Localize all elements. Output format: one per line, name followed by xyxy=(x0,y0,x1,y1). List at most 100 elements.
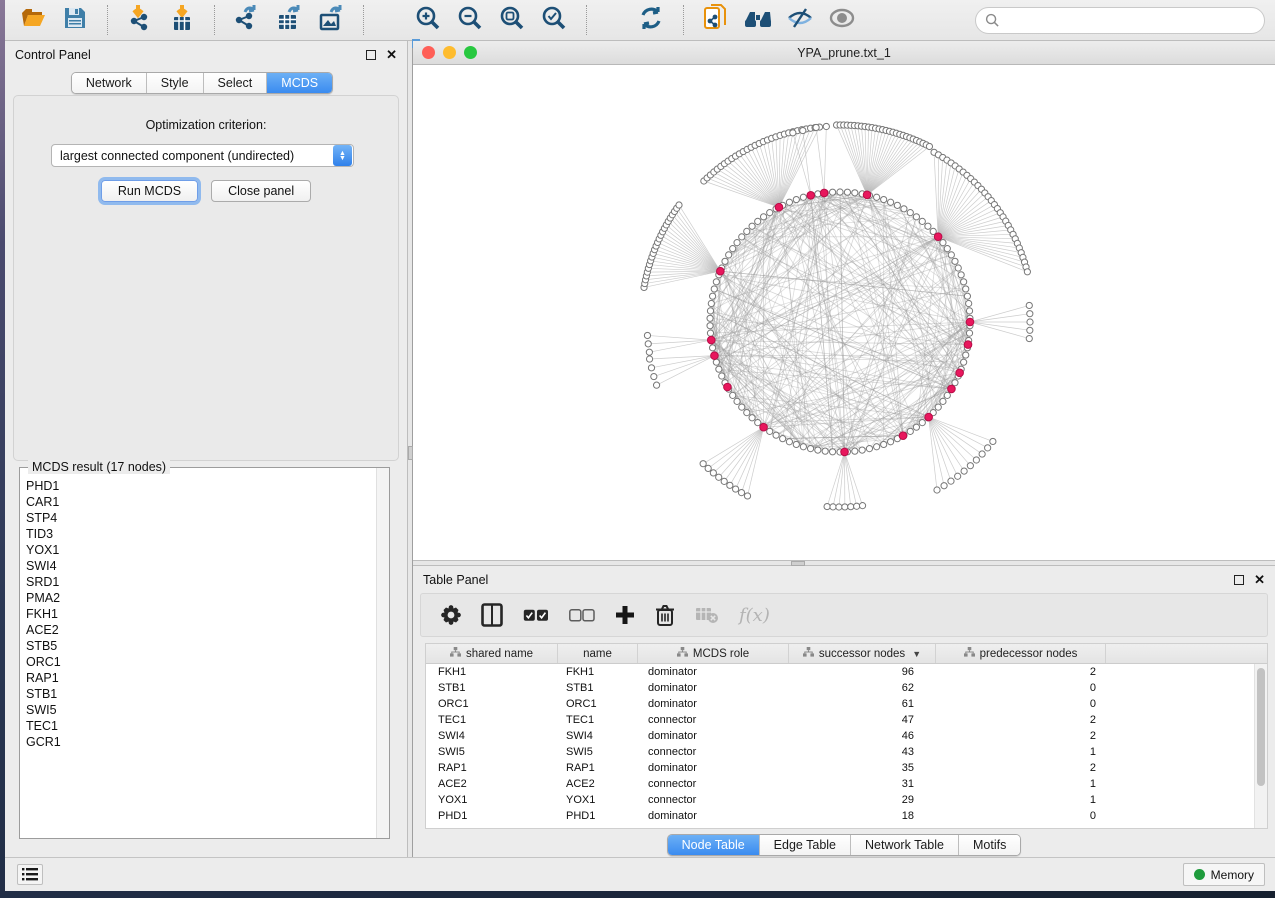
graph-mcds-node[interactable] xyxy=(760,423,768,431)
graph-mcds-node[interactable] xyxy=(948,385,956,393)
table-row[interactable]: ACE2ACE2connector311 xyxy=(426,776,1254,792)
table-cell[interactable]: 29 xyxy=(789,794,936,806)
table-cell[interactable]: 62 xyxy=(789,682,936,694)
graph-leaf-node[interactable] xyxy=(644,332,650,338)
graph-node[interactable] xyxy=(958,272,964,278)
table-row[interactable]: STB1STB1dominator620 xyxy=(426,680,1254,696)
select-all-checkboxes-button[interactable] xyxy=(523,609,549,622)
delete-table-button[interactable] xyxy=(695,606,719,624)
clone-network-button[interactable] xyxy=(698,3,734,37)
table-scrollbar-thumb[interactable] xyxy=(1257,668,1265,786)
graph-node[interactable] xyxy=(755,420,761,426)
result-list-item[interactable]: RAP1 xyxy=(26,670,376,686)
result-list-item[interactable]: GCR1 xyxy=(26,734,376,750)
tab-network[interactable]: Network xyxy=(72,73,147,93)
graph-node[interactable] xyxy=(722,258,728,264)
graph-mcds-node[interactable] xyxy=(724,383,732,391)
graph-leaf-node[interactable] xyxy=(948,478,954,484)
graph-node[interactable] xyxy=(829,449,835,455)
table-cell[interactable]: 2 xyxy=(936,762,1106,774)
graph-node[interactable] xyxy=(708,300,714,306)
graph-node[interactable] xyxy=(755,218,761,224)
table-cell[interactable]: ACE2 xyxy=(426,778,558,790)
refresh-button[interactable] xyxy=(633,3,669,37)
graph-node[interactable] xyxy=(739,234,745,240)
table-cell[interactable]: PHD1 xyxy=(558,810,638,822)
table-cell[interactable]: dominator xyxy=(638,810,789,822)
graph-node[interactable] xyxy=(807,446,813,452)
graph-mcds-node[interactable] xyxy=(899,432,907,440)
graph-node[interactable] xyxy=(800,194,806,200)
graph-mcds-node[interactable] xyxy=(863,191,871,199)
graph-mcds-node[interactable] xyxy=(956,369,964,377)
table-cell[interactable]: 18 xyxy=(789,810,936,822)
graph-node[interactable] xyxy=(767,210,773,216)
result-list-item[interactable]: SRD1 xyxy=(26,574,376,590)
graph-node[interactable] xyxy=(829,189,835,195)
table-cell[interactable]: STB1 xyxy=(558,682,638,694)
graph-leaf-node[interactable] xyxy=(790,130,796,136)
graph-leaf-node[interactable] xyxy=(646,356,652,362)
zoom-in-button[interactable] xyxy=(410,3,446,37)
graph-node[interactable] xyxy=(837,189,843,195)
graph-node[interactable] xyxy=(793,196,799,202)
add-column-button[interactable] xyxy=(615,605,635,625)
table-row[interactable]: PHD1PHD1dominator180 xyxy=(426,808,1254,824)
mcds-result-list[interactable]: PHD1CAR1STP4TID3YOX1SWI4SRD1PMA2FKH1ACE2… xyxy=(20,472,376,838)
table-cell[interactable]: TEC1 xyxy=(426,714,558,726)
graph-node[interactable] xyxy=(844,189,850,195)
graph-leaf-node[interactable] xyxy=(813,124,819,130)
graph-leaf-node[interactable] xyxy=(848,504,854,510)
graph-node[interactable] xyxy=(786,439,792,445)
table-cell[interactable]: dominator xyxy=(638,682,789,694)
graph-node[interactable] xyxy=(822,448,828,454)
result-list-item[interactable]: SWI5 xyxy=(26,702,376,718)
graph-leaf-node[interactable] xyxy=(653,382,659,388)
graph-node[interactable] xyxy=(760,214,766,220)
graph-node[interactable] xyxy=(726,252,732,258)
graph-node[interactable] xyxy=(919,420,925,426)
table-cell[interactable]: 35 xyxy=(789,762,936,774)
hide-details-button[interactable] xyxy=(782,3,818,37)
table-cell[interactable]: STB1 xyxy=(426,682,558,694)
graph-node[interactable] xyxy=(719,373,725,379)
graph-leaf-node[interactable] xyxy=(961,468,967,474)
table-cell[interactable]: 0 xyxy=(936,682,1106,694)
float-panel-icon[interactable] xyxy=(366,50,376,60)
result-list-item[interactable]: ACE2 xyxy=(26,622,376,638)
graph-leaf-node[interactable] xyxy=(1026,335,1032,341)
network-window-titlebar[interactable]: YPA_prune.txt_1 xyxy=(413,41,1275,65)
import-network-button[interactable] xyxy=(122,3,158,37)
graph-leaf-node[interactable] xyxy=(836,504,842,510)
table-cell[interactable]: 31 xyxy=(789,778,936,790)
table-cell[interactable]: dominator xyxy=(638,698,789,710)
graph-leaf-node[interactable] xyxy=(1026,302,1032,308)
graph-mcds-node[interactable] xyxy=(807,192,815,200)
graph-node[interactable] xyxy=(773,432,779,438)
graph-leaf-node[interactable] xyxy=(934,487,940,493)
graph-leaf-node[interactable] xyxy=(955,473,961,479)
result-list-item[interactable]: TID3 xyxy=(26,526,376,542)
graph-leaf-node[interactable] xyxy=(1027,311,1033,317)
graph-leaf-node[interactable] xyxy=(926,143,932,149)
search-input[interactable] xyxy=(1006,13,1255,27)
table-cell[interactable]: 0 xyxy=(936,698,1106,710)
graph-node[interactable] xyxy=(952,380,958,386)
graph-node[interactable] xyxy=(707,308,713,314)
graph-node[interactable] xyxy=(707,330,713,336)
close-panel-icon[interactable]: ✕ xyxy=(386,50,397,60)
table-cell[interactable]: dominator xyxy=(638,730,789,742)
graph-leaf-node[interactable] xyxy=(979,451,985,457)
table-cell[interactable]: 0 xyxy=(936,810,1106,822)
table-cell[interactable]: FKH1 xyxy=(426,666,558,678)
table-cell[interactable]: TEC1 xyxy=(558,714,638,726)
graph-node[interactable] xyxy=(966,308,972,314)
column-header-MCDS-role[interactable]: MCDS role xyxy=(638,644,789,663)
network-canvas[interactable] xyxy=(413,65,1275,560)
graph-node[interactable] xyxy=(907,428,913,434)
tab-select[interactable]: Select xyxy=(204,73,268,93)
graph-leaf-node[interactable] xyxy=(1027,319,1033,325)
graph-node[interactable] xyxy=(966,300,972,306)
graph-node[interactable] xyxy=(716,366,722,372)
show-details-button[interactable] xyxy=(824,3,860,37)
